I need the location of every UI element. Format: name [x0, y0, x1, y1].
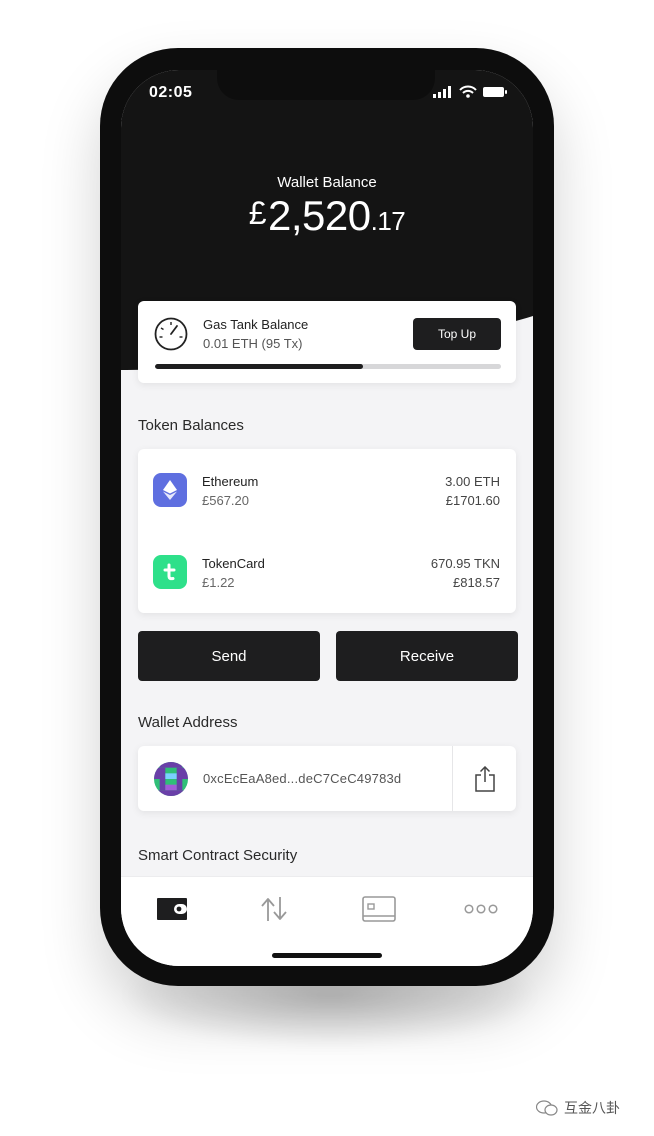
status-icons: [433, 85, 507, 98]
gas-tank-card: Gas Tank Balance 0.01 ETH (95 Tx) Top Up: [138, 301, 516, 383]
smart-contract-security-title: Smart Contract Security: [138, 847, 298, 864]
share-button[interactable]: [453, 746, 516, 811]
token-fiat: £1.22: [202, 575, 235, 590]
balance-integer: 2,520: [268, 192, 371, 239]
notch: [217, 70, 435, 100]
gas-tank-title: Gas Tank Balance: [203, 317, 309, 332]
watermark: 互金八卦: [536, 1098, 620, 1118]
phone-frame: 02:05 Wallet Balance £2,520.17 Gas Tank …: [100, 48, 554, 986]
wechat-icon: [536, 1100, 558, 1116]
tab-wallet[interactable]: [142, 889, 202, 929]
tab-card[interactable]: [349, 889, 409, 929]
identicon-avatar: [154, 762, 188, 796]
bottom-tab-bar: [121, 876, 533, 966]
top-up-button[interactable]: Top Up: [413, 318, 501, 350]
gas-progress-fill: [155, 364, 363, 369]
tokencard-icon: [153, 555, 187, 589]
token-balances-title: Token Balances: [138, 417, 244, 434]
wallet-balance-amount: £2,520.17: [121, 192, 533, 240]
balance-decimal: .17: [370, 206, 406, 236]
wallet-address-title: Wallet Address: [138, 714, 238, 731]
tab-transfers[interactable]: [244, 889, 304, 929]
gas-tank-subtitle: 0.01 ETH (95 Tx): [203, 336, 303, 351]
send-button[interactable]: Send: [138, 631, 320, 681]
watermark-text: 互金八卦: [564, 1100, 620, 1116]
status-time: 02:05: [149, 84, 193, 101]
share-icon: [474, 765, 495, 792]
app-screen: 02:05 Wallet Balance £2,520.17 Gas Tank …: [121, 70, 533, 966]
tab-more[interactable]: [451, 889, 511, 929]
gauge-icon: [154, 317, 188, 351]
token-amount: 670.95 TKN: [430, 556, 500, 571]
ethereum-icon: [153, 473, 187, 507]
token-row-tokencard[interactable]: TokenCard £1.22 670.95 TKN £818.57: [138, 541, 516, 601]
home-indicator: [272, 953, 382, 958]
token-fiat: £567.20: [202, 493, 249, 508]
token-name: TokenCard: [202, 556, 265, 571]
currency-symbol: £: [248, 195, 267, 231]
wifi-icon: [459, 85, 477, 98]
receive-button[interactable]: Receive: [336, 631, 518, 681]
more-dots-icon: [464, 904, 498, 914]
token-value: £1701.60: [445, 493, 500, 508]
token-amount: 3.00 ETH: [445, 474, 500, 489]
card-icon: [362, 896, 396, 922]
wallet-icon: [157, 898, 187, 920]
token-name: Ethereum: [202, 474, 259, 489]
token-balances-card: Ethereum £567.20 3.00 ETH £1701.60 Token…: [138, 449, 516, 613]
wallet-address-value[interactable]: 0xcEcEaA8ed...deC7CeC49783d: [203, 771, 401, 786]
transfer-arrows-icon: [261, 897, 287, 921]
wallet-address-card: 0xcEcEaA8ed...deC7CeC49783d: [138, 746, 516, 811]
signal-icon: [433, 85, 451, 98]
token-row-ethereum[interactable]: Ethereum £567.20 3.00 ETH £1701.60: [138, 459, 516, 519]
wallet-balance-label: Wallet Balance: [277, 174, 377, 191]
token-value: £818.57: [453, 575, 500, 590]
gas-progress-track: [155, 364, 501, 369]
battery-icon: [483, 86, 507, 97]
